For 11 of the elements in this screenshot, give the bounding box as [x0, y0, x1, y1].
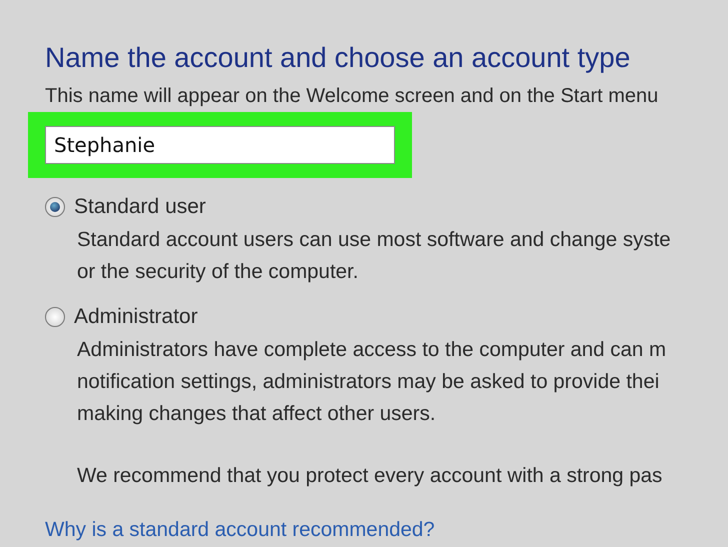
radio-label: Standard user [74, 194, 206, 220]
account-type-description: Standard account users can use most software and change syste or the security of the computer. [77, 227, 672, 285]
name-hint: This name will appear on the Welcome screen and on the Start menu [45, 84, 660, 109]
account-type-description: Administrators have complete access to the computer and can m notification settings, administrators may be asked to provide thei making changes that affect other users. [77, 337, 668, 427]
account-type-radio[interactable]: Administrator [45, 302, 728, 332]
radio-label: Administrator [74, 304, 198, 330]
help-link[interactable]: Why is a standard account recommended? [45, 518, 435, 542]
heading: Name the account and choose an account type [45, 41, 632, 75]
account-type-radio[interactable]: Standard user [45, 192, 728, 222]
account-name-field[interactable]: Stephanie [45, 126, 395, 164]
recommendation-text: We recommend that you protect every account with a strong pas [77, 463, 664, 489]
